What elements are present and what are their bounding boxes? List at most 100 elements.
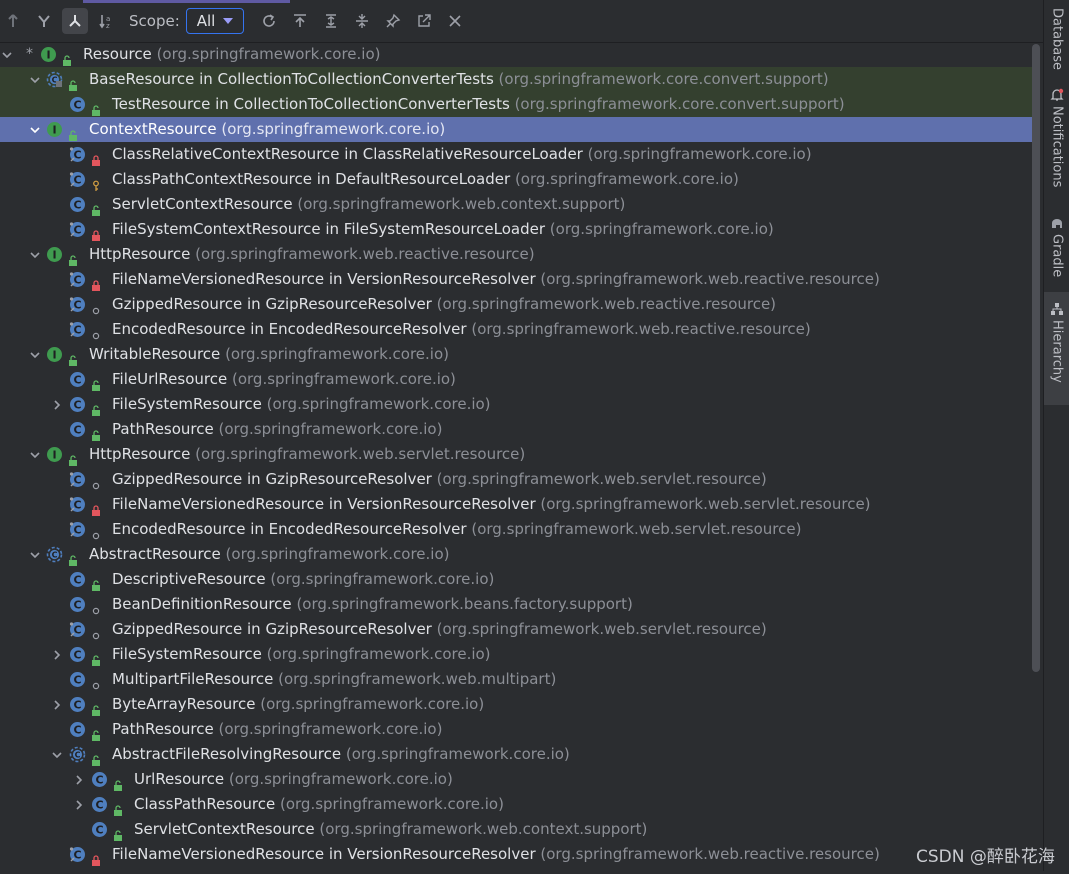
tree-row[interactable]: C ClassRelativeContextResource in ClassRe…	[0, 142, 1032, 167]
expand-arrow-down-icon[interactable]	[28, 542, 42, 567]
tree-row[interactable]: C ByteArrayResource (org.springframework.…	[0, 692, 1032, 717]
package-private-icon	[91, 524, 101, 540]
tree-row[interactable]: C MultipartFileResource (org.springframew…	[0, 667, 1032, 692]
elephant-icon	[1052, 219, 1062, 228]
tree-row[interactable]: C FileNameVersionedResource in VersionRes…	[0, 842, 1032, 867]
tree-row-label: PathResource (org.springframework.core.i…	[112, 417, 442, 442]
close-button[interactable]	[442, 8, 468, 34]
public-lock-icon	[91, 399, 101, 416]
open-in-window-button[interactable]	[411, 8, 437, 34]
expand-arrow-right-icon[interactable]	[50, 692, 64, 717]
package-name: (org.springframework.core.io)	[228, 770, 453, 788]
expand-all-button[interactable]	[318, 8, 344, 34]
expand-arrow-down-icon[interactable]	[28, 117, 42, 142]
notifications-label: Notifications	[1049, 106, 1065, 188]
notifications-tool-button[interactable]: Notifications	[1044, 88, 1069, 187]
gradle-tool-button[interactable]: Gradle	[1044, 216, 1069, 277]
class-hierarchy-icon	[69, 15, 81, 27]
expand-arrow-down-icon[interactable]	[28, 67, 42, 92]
tree-row[interactable]: C BaseResource in CollectionToCollectionC…	[0, 67, 1032, 92]
tree-row[interactable]: I HttpResource (org.springframework.web.r…	[0, 242, 1032, 267]
tree-row[interactable]: I ContextResource (org.springframework.co…	[0, 117, 1032, 142]
tree-row[interactable]: C FileUrlResource (org.springframework.co…	[0, 367, 1032, 392]
svg-text:C: C	[73, 574, 81, 587]
tree-row[interactable]: C AbstractResource (org.springframework.c…	[0, 542, 1032, 567]
tree-row[interactable]: C FileSystemResource (org.springframework…	[0, 642, 1032, 667]
expand-arrow-down-icon[interactable]	[28, 442, 42, 467]
tree-row[interactable]: C FileSystemResource (org.springframework…	[0, 392, 1032, 417]
tree-row[interactable]: C BeanDefinitionResource (org.springframe…	[0, 592, 1032, 617]
expand-arrow-right-icon[interactable]	[72, 767, 86, 792]
tree-row[interactable]: I WritableResource (org.springframework.c…	[0, 342, 1032, 367]
tree-row[interactable]: C TestResource in CollectionToCollectionC…	[0, 92, 1032, 117]
tree-row[interactable]: * I Resource (org.springframework.core.io)	[0, 42, 1032, 67]
refresh-icon	[263, 14, 276, 27]
tree-row[interactable]: C FileNameVersionedResource in VersionRes…	[0, 267, 1032, 292]
package-name: (org.springframework.web.context.support…	[319, 820, 648, 838]
scroll-to-source-icon	[294, 14, 307, 27]
expand-arrow-down-icon[interactable]	[28, 342, 42, 367]
tree-row[interactable]: C GzippedResource in GzipResourceResolver…	[0, 617, 1032, 642]
tree-row[interactable]: C PathResource (org.springframework.core.…	[0, 717, 1032, 742]
type-name: FileUrlResource	[112, 370, 228, 388]
svg-text:C: C	[95, 774, 103, 787]
supertypes-hierarchy-button[interactable]	[0, 8, 26, 34]
expand-arrow-right-icon[interactable]	[72, 792, 86, 817]
open-in-window-icon	[418, 14, 432, 27]
svg-text:C: C	[73, 624, 81, 637]
expand-arrow-down-icon[interactable]	[50, 742, 64, 767]
tree-row[interactable]: C DescriptiveResource (org.springframewor…	[0, 567, 1032, 592]
expand-arrow-down-icon[interactable]	[28, 242, 42, 267]
tree-row-label: ClassPathContextResource in DefaultResou…	[112, 167, 739, 192]
package-name: (org.springframework.web.reactive.resour…	[436, 295, 777, 313]
svg-text:C: C	[73, 424, 81, 437]
svg-text:C: C	[95, 799, 103, 812]
tree-row[interactable]: I HttpResource (org.springframework.web.s…	[0, 442, 1032, 467]
expand-all-icon	[326, 14, 337, 28]
hierarchy-tool-button[interactable]: Hierarchy	[1044, 292, 1069, 405]
tree-row-label: FileSystemContextResource in FileSystemR…	[112, 217, 774, 242]
tree-row[interactable]: C ServletContextResource (org.springframe…	[0, 817, 1032, 842]
subtypes-hierarchy-button[interactable]	[31, 8, 57, 34]
expand-arrow-right-icon[interactable]	[50, 642, 64, 667]
interface-icon: I	[46, 346, 63, 363]
refresh-button[interactable]	[256, 8, 282, 34]
class-hierarchy-button[interactable]	[62, 8, 88, 34]
package-name: (org.springframework.core.io)	[218, 420, 443, 438]
vertical-scrollbar[interactable]	[1032, 44, 1040, 672]
tree-row[interactable]: C FileSystemContextResource in FileSystem…	[0, 217, 1032, 242]
abstract-class-icon: C	[46, 546, 63, 563]
sort-alphabetically-button[interactable]: az	[93, 8, 119, 34]
expand-arrow-down-icon[interactable]	[0, 42, 14, 67]
type-name: AbstractFileResolvingResource	[112, 745, 342, 763]
database-label: Database	[1049, 8, 1065, 71]
tree-row[interactable]: C EncodedResource in EncodedResourceResol…	[0, 517, 1032, 542]
svg-text:C: C	[73, 224, 81, 237]
tree-row[interactable]: C EncodedResource in EncodedResourceResol…	[0, 317, 1032, 342]
tree-row[interactable]: C GzippedResource in GzipResourceResolver…	[0, 467, 1032, 492]
pin-button[interactable]	[380, 8, 406, 34]
close-icon	[449, 15, 461, 27]
tree-row[interactable]: C ClassPathContextResource in DefaultReso…	[0, 167, 1032, 192]
tree-row[interactable]: C ClassPathResource (org.springframework.…	[0, 792, 1032, 817]
package-name: (org.springframework.web.servlet.resourc…	[471, 520, 802, 538]
tree-row[interactable]: C UrlResource (org.springframework.core.i…	[0, 767, 1032, 792]
tree-row[interactable]: C FileNameVersionedResource in VersionRes…	[0, 492, 1032, 517]
tree-row-label: WritableResource (org.springframework.co…	[89, 342, 449, 367]
scroll-to-source-button[interactable]	[287, 8, 313, 34]
protected-key-icon	[91, 174, 101, 191]
tree-row[interactable]: C ServletContextResource (org.springframe…	[0, 192, 1032, 217]
tree-row[interactable]: C PathResource (org.springframework.core.…	[0, 417, 1032, 442]
scope-dropdown[interactable]: All	[185, 8, 245, 34]
package-name: (org.springframework.core.convert.suppor…	[498, 70, 829, 88]
svg-text:C: C	[73, 849, 81, 862]
expand-arrow-right-icon[interactable]	[50, 392, 64, 417]
class-icon: C	[91, 796, 108, 813]
tree-row-label: HttpResource (org.springframework.web.se…	[89, 442, 525, 467]
type-name: ByteArrayResource	[112, 695, 256, 713]
collapse-all-button[interactable]	[349, 8, 375, 34]
tree-row-label: ServletContextResource (org.springframew…	[134, 817, 647, 842]
database-tool-button[interactable]: Database	[1044, 4, 1069, 70]
tree-row[interactable]: C GzippedResource in GzipResourceResolver…	[0, 292, 1032, 317]
tree-row[interactable]: C AbstractFileResolvingResource (org.spri…	[0, 742, 1032, 767]
